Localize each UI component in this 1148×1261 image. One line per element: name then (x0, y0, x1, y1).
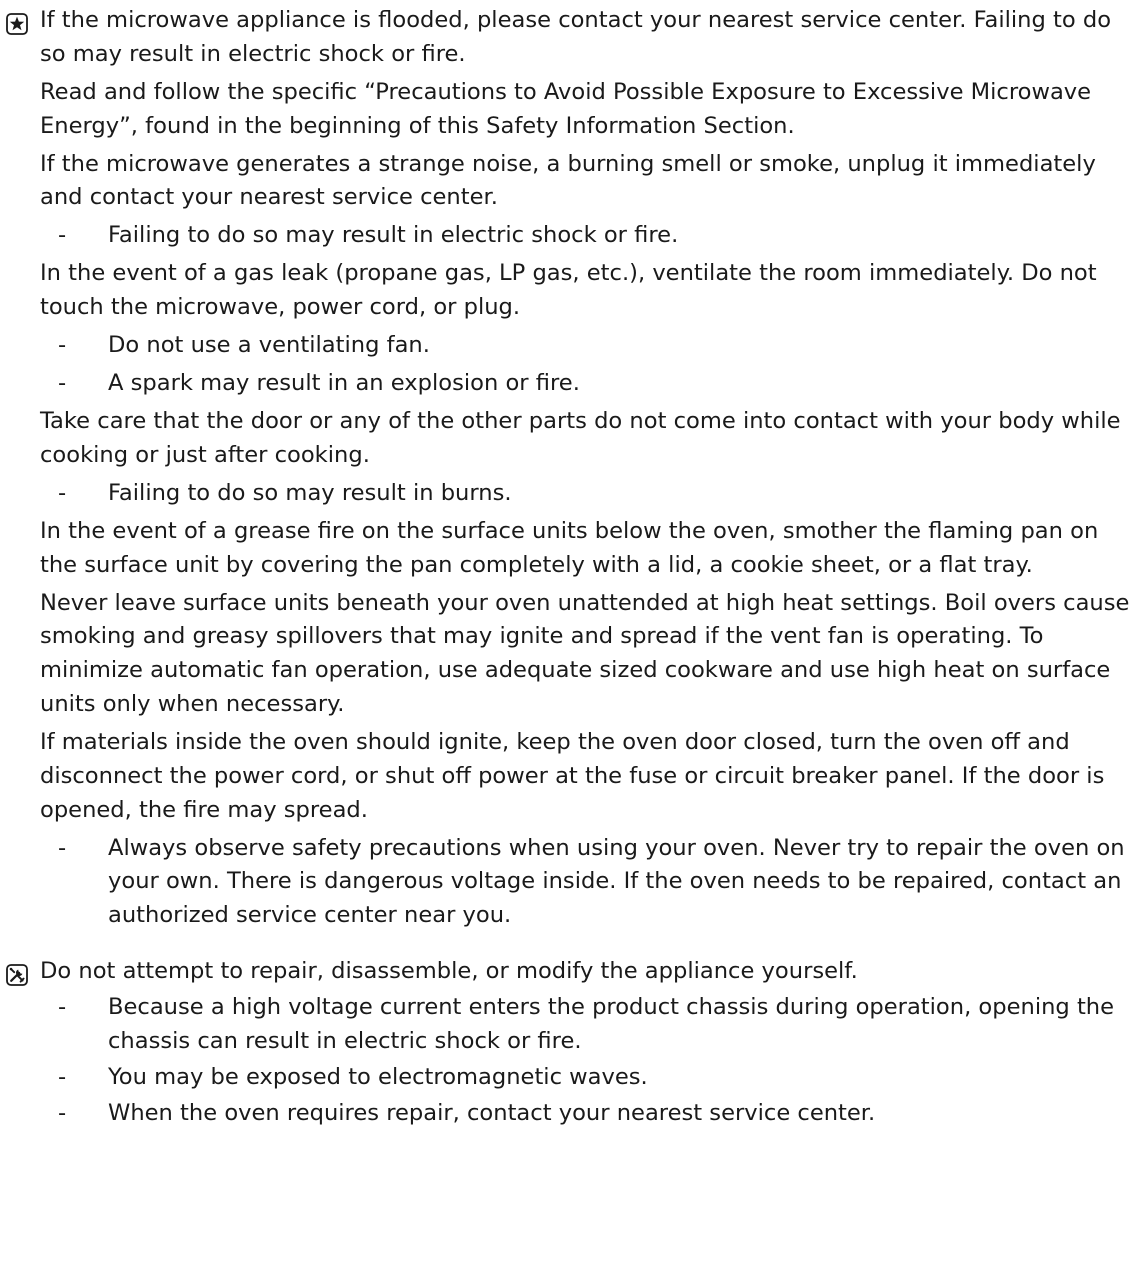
bullet-dash: - (58, 834, 67, 861)
bullet-item: - A spark may result in an explosion or … (40, 367, 1140, 401)
safety-information-page: If the microwave appliance is flooded, p… (0, 0, 1148, 1261)
bullet-item: - Failing to do so may result in burns. (40, 477, 1140, 511)
safety-section-general: If the microwave appliance is flooded, p… (0, 0, 1148, 933)
bullet-text: Failing to do so may result in electric … (108, 222, 679, 249)
bullet-item: - Failing to do so may result in electri… (40, 219, 1140, 253)
bullet-text: When the oven requires repair, contact y… (108, 1099, 876, 1126)
paragraph-strange-noise: If the microwave generates a strange noi… (40, 150, 1096, 211)
bullet-dash: - (58, 993, 67, 1020)
star-icon (6, 13, 28, 35)
safety-section-repair: Do not attempt to repair, disassemble, o… (0, 955, 1148, 1131)
paragraph-materials-ignite: If materials inside the oven should igni… (40, 729, 1105, 823)
bullet-dash: - (58, 222, 67, 249)
bullet-dash: - (58, 332, 67, 359)
bullet-text: A spark may result in an explosion or fi… (108, 370, 580, 397)
paragraph-gas-leak: In the event of a gas leak (propane gas,… (40, 260, 1097, 321)
bullet-text: Because a high voltage current enters th… (108, 993, 1115, 1054)
bullet-item: - Do not use a ventilating fan. (40, 329, 1140, 363)
bullet-dash: - (58, 479, 67, 506)
bullet-text: Always observe safety precautions when u… (108, 834, 1125, 929)
paragraph-door-contact: Take care that the door or any of the ot… (40, 408, 1121, 468)
paragraph-surface-units: Never leave surface units beneath your o… (40, 589, 1130, 718)
tools-prohibited-icon (6, 964, 28, 986)
bullet-dash: - (58, 370, 67, 397)
bullet-text: Failing to do so may result in burns. (108, 479, 512, 506)
bullet-dash: - (58, 1063, 67, 1090)
bullet-item: - Always observe safety precautions when… (40, 832, 1140, 933)
bullet-dash: - (58, 1099, 67, 1126)
bullet-text: Do not use a ventilating fan. (108, 332, 430, 359)
paragraph-do-not-repair: Do not attempt to repair, disassemble, o… (40, 957, 858, 984)
bullet-item: - Because a high voltage current enters … (40, 991, 1140, 1059)
bullet-text: You may be exposed to electromagnetic wa… (108, 1063, 648, 1090)
bullet-item: - When the oven requires repair, contact… (40, 1097, 1140, 1131)
paragraph-grease-fire: In the event of a grease fire on the sur… (40, 517, 1099, 578)
bullet-item: - You may be exposed to electromagnetic … (40, 1061, 1140, 1095)
paragraph-flooded: If the microwave appliance is flooded, p… (40, 7, 1112, 67)
paragraph-precautions: Read and follow the specific “Precaution… (40, 78, 1092, 139)
